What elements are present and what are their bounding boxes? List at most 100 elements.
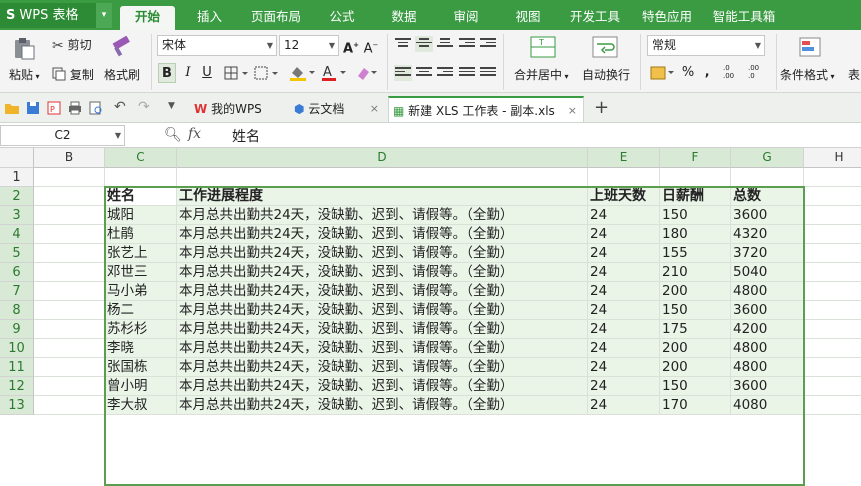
table-cell[interactable]: 苏杉杉 (105, 320, 177, 339)
row-header[interactable]: 7 (0, 282, 34, 301)
table-cell[interactable]: 24 (588, 339, 660, 358)
format-painter-button[interactable]: 格式刷 (104, 66, 140, 83)
table-cell[interactable]: 本月总共出勤共24天，没缺勤、迟到、请假等。（全勤） (177, 206, 588, 225)
empty-cell[interactable] (34, 396, 105, 415)
table-cell[interactable]: 总数 (731, 187, 804, 206)
cut-button[interactable]: ✂ 剪切 (52, 36, 92, 54)
distributed-icon[interactable] (479, 65, 497, 81)
align-top-icon[interactable] (394, 36, 412, 52)
table-cell[interactable]: 170 (660, 396, 731, 415)
column-header-e[interactable]: E (588, 148, 660, 168)
table-cell[interactable]: 24 (588, 320, 660, 339)
table-cell[interactable]: 150 (660, 377, 731, 396)
empty-cell[interactable] (34, 206, 105, 225)
border-icon[interactable] (224, 66, 252, 81)
justify-icon[interactable] (458, 65, 476, 81)
empty-cell[interactable] (34, 187, 105, 206)
table-cell[interactable]: 杨二 (105, 301, 177, 320)
percent-button[interactable]: % (681, 63, 695, 83)
table-cell[interactable]: 本月总共出勤共24天，没缺勤、迟到、请假等。（全勤） (177, 339, 588, 358)
quick-access-dropdown-icon[interactable]: ▼ (168, 101, 175, 111)
print-preview-icon[interactable] (89, 101, 103, 115)
empty-cell[interactable] (731, 168, 804, 187)
tab-insert[interactable]: 插入 (182, 6, 237, 30)
table-cell[interactable]: 张国栋 (105, 358, 177, 377)
paste-button[interactable]: 粘贴 ▾ (9, 66, 40, 83)
empty-cell[interactable] (34, 244, 105, 263)
table-cell[interactable]: 李大叔 (105, 396, 177, 415)
tab-formulas[interactable]: 公式 (316, 6, 368, 30)
currency-format-icon[interactable] (650, 64, 678, 82)
table-cell[interactable]: 本月总共出勤共24天，没缺勤、迟到、请假等。（全勤） (177, 263, 588, 282)
increase-indent-icon[interactable] (479, 36, 497, 52)
table-cell[interactable]: 日薪酬 (660, 187, 731, 206)
export-pdf-icon[interactable]: P (47, 101, 61, 115)
doc-tab-active-workbook[interactable]: ▦ 新建 XLS 工作表 - 副本.xls × (388, 96, 584, 122)
tab-home[interactable]: 开始 (120, 6, 175, 30)
empty-cell[interactable] (177, 168, 588, 187)
tab-page-layout[interactable]: 页面布局 (244, 6, 308, 30)
format-painter-icon[interactable] (110, 35, 134, 58)
empty-cell[interactable] (804, 263, 861, 282)
table-cell[interactable]: 本月总共出勤共24天，没缺勤、迟到、请假等。（全勤） (177, 225, 588, 244)
table-cell[interactable]: 200 (660, 358, 731, 377)
tab-review[interactable]: 审阅 (440, 6, 492, 30)
column-header-f[interactable]: F (660, 148, 731, 168)
paste-icon[interactable] (12, 36, 36, 60)
row-header[interactable]: 1 (0, 168, 34, 187)
font-color-icon[interactable]: A (320, 64, 350, 82)
merge-center-icon[interactable]: T (530, 36, 556, 60)
tab-developer[interactable]: 开发工具 (562, 6, 628, 30)
empty-cell[interactable] (804, 282, 861, 301)
table-cell[interactable]: 200 (660, 282, 731, 301)
zoom-search-icon[interactable]: 🔍︎ (164, 127, 182, 143)
table-cell[interactable]: 李晓 (105, 339, 177, 358)
table-cell[interactable]: 城阳 (105, 206, 177, 225)
empty-cell[interactable] (804, 358, 861, 377)
empty-cell[interactable] (804, 225, 861, 244)
tab-smart-toolbox[interactable]: 智能工具箱 (706, 6, 782, 30)
column-header-c[interactable]: C (105, 148, 177, 168)
empty-cell[interactable] (804, 377, 861, 396)
empty-cell[interactable] (34, 225, 105, 244)
increase-decimal-button[interactable]: .0 .00 (723, 64, 741, 82)
table-cell[interactable]: 上班天数 (588, 187, 660, 206)
name-box[interactable]: C2 ▼ (0, 125, 125, 146)
decrease-font-icon[interactable]: A− (363, 35, 379, 56)
empty-cell[interactable] (34, 301, 105, 320)
align-middle-icon[interactable] (415, 36, 433, 52)
empty-cell[interactable] (34, 377, 105, 396)
select-all-corner[interactable] (0, 148, 34, 168)
row-header[interactable]: 4 (0, 225, 34, 244)
table-cell[interactable]: 曾小明 (105, 377, 177, 396)
undo-icon[interactable]: ↶ (114, 99, 126, 115)
empty-cell[interactable] (804, 301, 861, 320)
copy-button[interactable]: 复制 (52, 66, 94, 84)
table-cell[interactable]: 24 (588, 282, 660, 301)
table-cell[interactable]: 3720 (731, 244, 804, 263)
open-folder-icon[interactable] (4, 101, 20, 115)
conditional-format-button[interactable]: 条件格式 ▾ (780, 66, 835, 83)
table-cell[interactable]: 本月总共出勤共24天，没缺勤、迟到、请假等。（全勤） (177, 301, 588, 320)
table-cell[interactable]: 3600 (731, 206, 804, 225)
chevron-down-icon[interactable]: ▾ (96, 3, 112, 28)
table-cell[interactable]: 本月总共出勤共24天，没缺勤、迟到、请假等。（全勤） (177, 396, 588, 415)
table-cell[interactable]: 4320 (731, 225, 804, 244)
empty-cell[interactable] (660, 168, 731, 187)
table-cell[interactable]: 4800 (731, 282, 804, 301)
clear-format-icon[interactable] (355, 64, 381, 82)
table-cell[interactable]: 150 (660, 301, 731, 320)
table-cell[interactable]: 本月总共出勤共24天，没缺勤、迟到、请假等。（全勤） (177, 377, 588, 396)
row-header[interactable]: 10 (0, 339, 34, 358)
close-icon[interactable]: × (370, 96, 379, 122)
spreadsheet-grid[interactable]: B C D E F G H 1 2 姓名 工作进展程度 上班天数 日薪酬 总数 3 城阳 本月总共出勤共24天，… (0, 148, 861, 486)
underline-button[interactable]: U (199, 63, 215, 83)
comma-button[interactable]: ‚ (700, 63, 714, 83)
doc-tab-my-wps[interactable]: W 我的WPS (190, 96, 286, 122)
table-cell[interactable]: 4800 (731, 339, 804, 358)
table-cell[interactable]: 邓世三 (105, 263, 177, 282)
wrap-text-button[interactable]: 自动换行 (582, 66, 630, 83)
table-cell[interactable]: 24 (588, 396, 660, 415)
wps-app-menu-button[interactable]: S WPS 表格 ▾ (0, 3, 112, 28)
table-cell[interactable]: 4800 (731, 358, 804, 377)
